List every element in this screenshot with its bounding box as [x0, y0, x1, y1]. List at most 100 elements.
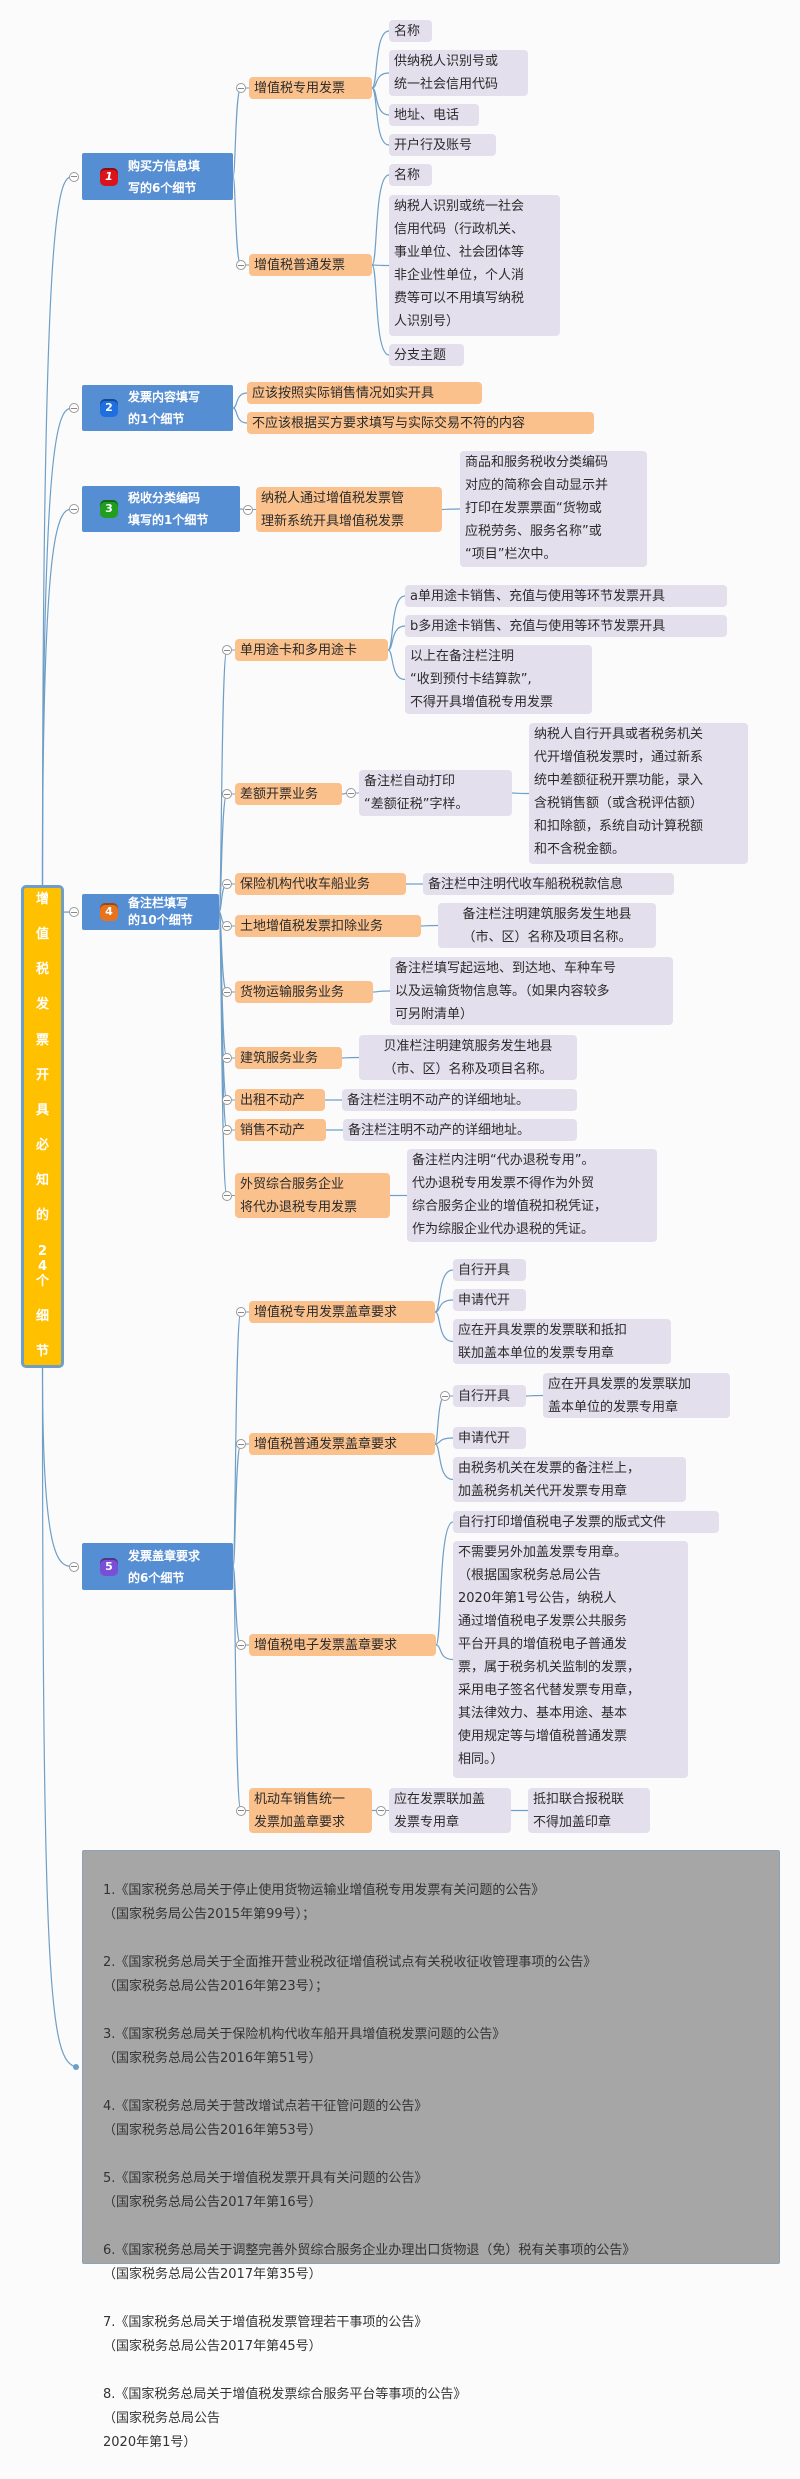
leaf-bank-account[interactable]: 开户行及账号 — [389, 134, 496, 156]
collapse-toggle-icon[interactable] — [222, 1190, 232, 1201]
connector-line — [232, 1565, 242, 1812]
root-char: 具 — [35, 1102, 49, 1118]
leaf-self-issue[interactable]: 自行开具 — [453, 1385, 526, 1407]
collapse-toggle-icon[interactable] — [236, 83, 246, 93]
leaf-address-phone[interactable]: 地址、电话 — [389, 104, 479, 126]
collapse-toggle-icon[interactable] — [69, 907, 79, 917]
leaf-freight-remark[interactable]: 备注栏填写起运地、到达地、车种车号 以及运输货物信息等。（如果内容较多 可另附清… — [390, 957, 673, 1025]
branch-prepaid-cards[interactable]: 单用途卡和多用途卡 — [235, 639, 388, 661]
connector-line — [371, 174, 390, 266]
leaf-motor-no-seal[interactable]: 抵扣联合报税联 不得加盖印章 — [528, 1788, 650, 1833]
collapse-toggle-icon[interactable] — [236, 1805, 246, 1816]
branch-construction-service[interactable]: 建筑服务业务 — [235, 1047, 342, 1069]
connector-line — [41, 407, 75, 886]
leaf-differential-remark[interactable]: 备注栏自动打印 “差额征税”字样。 — [359, 770, 512, 816]
leaf-agent-seal-rule[interactable]: 由税务机关在发票的备注栏上， 加盖税务机关代开发票专用章 — [453, 1457, 686, 1502]
leaf-multi-use-card[interactable]: b多用途卡销售、充值与使用等环节发票开具 — [405, 615, 727, 637]
leaf-print-layout-file[interactable]: 自行打印增值税电子发票的版式文件 — [453, 1511, 719, 1533]
category-3-tax-code[interactable]: 3 税收分类编码 填写的1个细节 — [82, 486, 240, 532]
branch-freight-service[interactable]: 货物运输服务业务 — [235, 981, 373, 1003]
root-topic[interactable]: 增 值 税 发 票 开 具 必 知 的 24个 细 节 — [21, 885, 64, 1368]
reference-item: 6.《国家税务总局关于调整完善外贸综合服务企业办理出口货物退（免）税有关事项的公… — [103, 2243, 636, 2282]
leaf-trade-remark[interactable]: 备注栏内注明“代办退税专用”。 代办退税专用发票不得作为外贸 综合服务企业的增值… — [407, 1149, 657, 1242]
leaf-sale-remark[interactable]: 备注栏注明不动产的详细地址。 — [343, 1119, 577, 1141]
leaf-apply-agent[interactable]: 申请代开 — [453, 1427, 526, 1449]
collapse-toggle-icon[interactable] — [222, 789, 232, 799]
branch-special-invoice-seal[interactable]: 增值税专用发票盖章要求 — [249, 1301, 435, 1323]
collapse-toggle-icon[interactable] — [440, 1391, 450, 1401]
connector-line — [218, 793, 228, 913]
connector-line — [371, 264, 390, 267]
connector-line — [435, 1644, 454, 1661]
collapse-toggle-icon[interactable] — [222, 921, 232, 931]
connector-line — [387, 649, 406, 681]
leaf-special-seal-rule[interactable]: 应在开具发票的发票联和抵扣 联加盖本单位的发票专用章 — [453, 1319, 671, 1364]
leaf-name[interactable]: 名称 — [389, 164, 432, 186]
category-5-seal[interactable]: 5 发票盖章要求 的6个细节 — [82, 1543, 233, 1590]
leaf-name[interactable]: 名称 — [389, 20, 432, 42]
root-char: 知 — [35, 1173, 49, 1189]
leaf-self-issue[interactable]: 自行开具 — [453, 1259, 526, 1281]
collapse-toggle-icon[interactable] — [222, 1053, 232, 1063]
collapse-toggle-icon[interactable] — [69, 1561, 79, 1572]
leaf-motor-seal-rule[interactable]: 应在发票联加盖 发票专用章 — [389, 1788, 511, 1833]
collapse-toggle-icon[interactable] — [222, 987, 232, 997]
collapse-toggle-icon[interactable] — [376, 1805, 386, 1816]
category-4-remarks[interactable]: 4 备注栏填写 的10个细节 — [82, 894, 219, 930]
collapse-toggle-icon[interactable] — [69, 504, 79, 514]
leaf-land-remark[interactable]: 备注栏注明建筑服务发生地县 （市、区）名称及项目名称。 — [438, 903, 656, 948]
leaf-apply-agent[interactable]: 申请代开 — [453, 1289, 526, 1311]
leaf-card-remark[interactable]: 以上在备注栏注明 “收到预付卡结算款”, 不得开具增值税专用发票 — [405, 645, 592, 714]
leaf-insurance-remark[interactable]: 备注栏中注明代收车船税税款信息 — [423, 873, 674, 895]
connector-line — [341, 1056, 360, 1059]
branch-vat-special-invoice[interactable]: 增值税专用发票 — [249, 77, 372, 99]
connector-line — [372, 990, 391, 993]
collapse-toggle-icon[interactable] — [236, 1439, 246, 1449]
root-char: 税 — [35, 962, 49, 978]
branch-foreign-trade-refund[interactable]: 外贸综合服务企业 将代办退税专用发票 — [235, 1173, 390, 1218]
branch-motor-vehicle-invoice-seal[interactable]: 机动车销售统一 发票加盖章要求 — [249, 1788, 372, 1833]
leaf-taxpayer-id[interactable]: 供纳税人识别号或 统一社会信用代码 — [389, 50, 528, 96]
connector-line — [371, 30, 390, 89]
branch-vat-normal-invoice[interactable]: 增值税普通发票 — [249, 254, 372, 276]
leaf-rent-remark[interactable]: 备注栏注明不动产的详细地址。 — [342, 1089, 577, 1111]
leaf-single-use-card[interactable]: a单用途卡销售、充值与使用等环节发票开具 — [405, 585, 727, 607]
branch-land-vat-deduction[interactable]: 土地增值税发票扣除业务 — [235, 915, 421, 937]
reference-item: 2.《国家税务总局关于全面推开营业税改征增值税试点有关税收征收管理事项的公告》 … — [103, 1955, 597, 1994]
branch-electronic-invoice-seal[interactable]: 增值税电子发票盖章要求 — [249, 1634, 436, 1656]
leaf-tax-code-detail[interactable]: 商品和服务税收分类编码 对应的简称会自动显示并 打印在发票票面“货物或 应税劳务… — [460, 451, 647, 567]
connector-line — [434, 1443, 454, 1481]
branch-no-false-content[interactable]: 不应该根据买方要求填写与实际交易不符的内容 — [247, 412, 594, 434]
references-box[interactable]: 1.《国家税务总局关于停止使用货物运输业增值税专用发票有关问题的公告》 （国家税… — [82, 1850, 780, 2450]
branch-sell-property[interactable]: 销售不动产 — [235, 1119, 326, 1141]
collapse-toggle-icon[interactable] — [69, 171, 79, 182]
leaf-self-seal-rule[interactable]: 应在开具发票的发票联加 盖本单位的发票专用章 — [543, 1373, 730, 1418]
collapse-toggle-icon[interactable] — [243, 504, 253, 515]
category-1-buyer-info[interactable]: 1 购买方信息填 写的6个细节 — [82, 153, 233, 200]
collapse-toggle-icon[interactable] — [236, 1307, 246, 1317]
branch-insurance-vehicle-tax[interactable]: 保险机构代收车船业务 — [235, 873, 406, 895]
leaf-no-extra-seal[interactable]: 不需要另外加盖发票专用章。 （根据国家税务总局公告 2020年第1号公告，纳税人… — [453, 1541, 688, 1778]
leaf-taxpayer-id-note[interactable]: 纳税人识别或统一社会 信用代码（行政机关、 事业单位、社会团体等 非企业性单位，… — [389, 195, 560, 336]
branch-fill-truthfully[interactable]: 应该按照实际销售情况如实开具 — [247, 382, 482, 404]
branch-normal-invoice-seal[interactable]: 增值税普通发票盖章要求 — [249, 1433, 435, 1455]
branch-new-system[interactable]: 纳税人通过增值税发票管 理新系统开具增值税发票 — [256, 487, 442, 532]
collapse-toggle-icon[interactable] — [222, 1095, 232, 1105]
collapse-toggle-icon[interactable] — [222, 1125, 232, 1135]
collapse-toggle-icon[interactable] — [236, 1640, 246, 1650]
root-char: 发 — [35, 997, 49, 1013]
leaf-differential-detail[interactable]: 纳税人自行开具或者税务机关 代开增值税发票时，通过新系 统中差额征税开票功能，录… — [529, 723, 748, 864]
connector-line — [41, 508, 75, 886]
leaf-construction-remark[interactable]: 贝准栏注明建筑服务发生地县 （市、区）名称及项目名称。 — [359, 1035, 577, 1080]
branch-rent-property[interactable]: 出租不动产 — [235, 1089, 325, 1111]
branch-differential-invoice[interactable]: 差额开票业务 — [235, 783, 342, 805]
collapse-toggle-icon[interactable] — [69, 403, 79, 413]
collapse-toggle-icon[interactable] — [222, 645, 232, 655]
collapse-toggle-icon[interactable] — [346, 788, 356, 798]
leaf-branch-topic[interactable]: 分支主题 — [389, 344, 464, 366]
connector-line — [41, 1367, 75, 1568]
category-2-content[interactable]: 2 发票内容填写 的1个细节 — [82, 385, 233, 431]
collapse-toggle-icon[interactable] — [236, 260, 246, 270]
collapse-toggle-icon[interactable] — [222, 879, 232, 889]
root-char: 值 — [35, 927, 49, 943]
